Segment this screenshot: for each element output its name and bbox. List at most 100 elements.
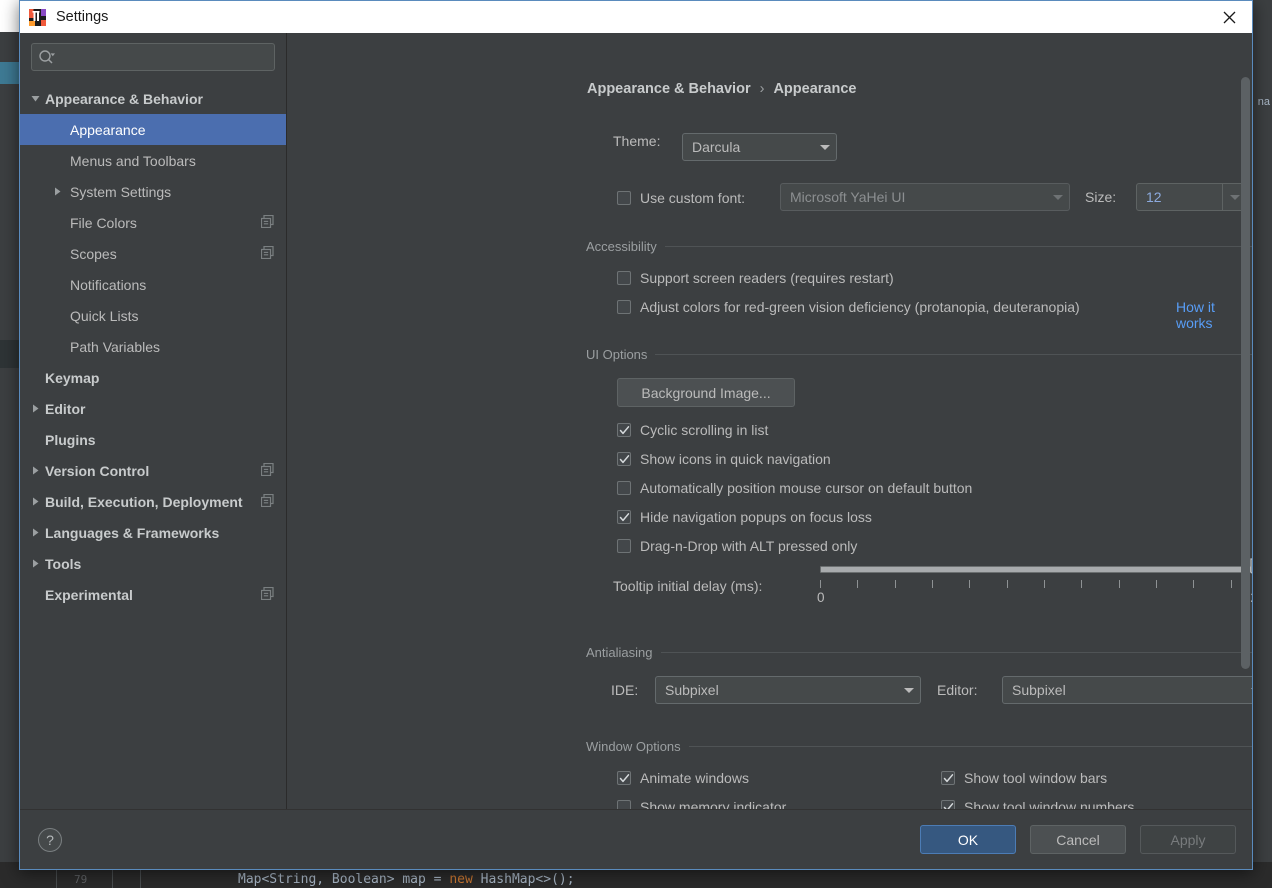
theme-label: Theme: <box>613 133 661 149</box>
content-scrollbar[interactable] <box>1241 77 1250 677</box>
custom-font-value: Microsoft YaHei UI <box>790 189 906 205</box>
breadcrumb-separator-icon: › <box>759 81 765 97</box>
sidebar-item-build-execution-deployment[interactable]: Build, Execution, Deployment <box>20 486 286 517</box>
window-option-show-memory-indicator-checkbox[interactable]: Show memory indicator <box>617 799 786 809</box>
configurable-copy-icon <box>260 462 274 479</box>
chevron-right-icon[interactable] <box>28 403 42 414</box>
sidebar-item-tools[interactable]: Tools <box>20 548 286 579</box>
chevron-right-icon[interactable] <box>28 558 42 569</box>
custom-font-select[interactable]: Microsoft YaHei UI <box>780 183 1070 211</box>
sidebar-item-appearance[interactable]: Appearance <box>20 114 286 145</box>
slider-tick <box>894 580 896 588</box>
sidebar-item-appearance-behavior[interactable]: Appearance & Behavior <box>20 83 286 114</box>
slider-ticks <box>820 580 1252 588</box>
window-option-show-tool-window-bars-checkbox[interactable]: Show tool window bars <box>941 770 1107 786</box>
checkbox-box <box>617 481 631 495</box>
editor-code-line: Map<String, Boolean> map = new HashMap<>… <box>238 872 575 887</box>
section-divider <box>688 746 1252 747</box>
sidebar-item-quick-lists[interactable]: Quick Lists <box>20 300 286 331</box>
slider-thumb[interactable] <box>1250 558 1252 582</box>
use-custom-font-checkbox[interactable]: Use custom font: <box>617 190 745 206</box>
cancel-button[interactable]: Cancel <box>1030 825 1126 854</box>
background-image-button[interactable]: Background Image... <box>617 378 795 407</box>
checkbox-label: Show icons in quick navigation <box>640 451 831 467</box>
support-screen-readers-label: Support screen readers (requires restart… <box>640 270 894 286</box>
editor-line-number: 79 <box>74 873 88 886</box>
editor-aa-label-wrap: Editor: <box>937 676 977 704</box>
close-icon[interactable] <box>1206 1 1252 33</box>
sidebar-item-system-settings[interactable]: System Settings <box>20 176 286 207</box>
theme-select[interactable]: Darcula <box>682 133 837 161</box>
ui-option-hide-navigation-popups-on-focus-loss-checkbox[interactable]: Hide navigation popups on focus loss <box>617 509 872 525</box>
ide-aa-label-wrap: IDE: <box>611 676 638 704</box>
ide-antialiasing-select[interactable]: Subpixel <box>655 676 921 704</box>
scrollbar-thumb[interactable] <box>1241 77 1250 669</box>
ui-option-show-icons-in-quick-navigation-checkbox[interactable]: Show icons in quick navigation <box>617 451 831 467</box>
breadcrumb-current: Appearance <box>773 81 857 97</box>
ide-antialiasing-label: IDE: <box>611 682 639 698</box>
font-size-label: Size: <box>1085 189 1117 205</box>
ui-option-automatically-position-mouse-cursor-on-default-button-checkbox[interactable]: Automatically position mouse cursor on d… <box>617 480 972 496</box>
sidebar-item-experimental[interactable]: Experimental <box>20 579 286 610</box>
checkbox-label: Show memory indicator <box>640 799 787 809</box>
intellij-idea-logo-icon <box>29 8 46 26</box>
ide-left-dark-sliver <box>0 340 20 368</box>
window-option-animate-windows-checkbox[interactable]: Animate windows <box>617 770 749 786</box>
checkbox-label: Automatically position mouse cursor on d… <box>640 480 973 496</box>
sidebar-item-languages-frameworks[interactable]: Languages & Frameworks <box>20 517 286 548</box>
sidebar-item-label: Appearance & Behavior <box>45 90 203 107</box>
sidebar-item-label: Notifications <box>70 276 147 293</box>
chevron-down-icon[interactable] <box>28 93 42 104</box>
slider-tick <box>1118 580 1120 588</box>
ui-option-drag-n-drop-with-alt-pressed-only-checkbox[interactable]: Drag-n-Drop with ALT pressed only <box>617 538 857 554</box>
sidebar-item-scopes[interactable]: Scopes <box>20 238 286 269</box>
support-screen-readers-checkbox[interactable]: Support screen readers (requires restart… <box>617 270 894 286</box>
sidebar-item-path-variables[interactable]: Path Variables <box>20 331 286 362</box>
chevron-right-icon[interactable] <box>28 465 42 476</box>
accessibility-section-header: Accessibility <box>586 239 1252 254</box>
slider-tick <box>857 580 859 588</box>
editor-antialiasing-label: Editor: <box>937 682 978 698</box>
breadcrumb-root[interactable]: Appearance & Behavior <box>587 81 751 97</box>
sidebar-item-keymap[interactable]: Keymap <box>20 362 286 393</box>
sidebar-item-notifications[interactable]: Notifications <box>20 269 286 300</box>
configurable-copy-icon <box>260 586 274 603</box>
sidebar-search-wrap <box>20 43 286 83</box>
sidebar-item-file-colors[interactable]: File Colors <box>20 207 286 238</box>
chevron-down-icon <box>898 687 920 693</box>
sidebar-item-label: Editor <box>45 400 86 417</box>
ok-button[interactable]: OK <box>920 825 1016 854</box>
use-custom-font-label: Use custom font: <box>640 190 746 206</box>
editor-antialiasing-select[interactable]: Subpixel <box>1002 676 1252 704</box>
theme-select-value: Darcula <box>692 139 741 155</box>
sidebar-item-editor[interactable]: Editor <box>20 393 286 424</box>
font-size-label-wrap: Size: <box>1085 183 1116 211</box>
slider-tick <box>820 580 821 588</box>
slider-track[interactable] <box>820 566 1252 573</box>
window-option-show-tool-window-numbers-checkbox[interactable]: Show tool window numbers <box>941 799 1134 809</box>
sidebar-item-label: Menus and Toolbars <box>70 152 196 169</box>
checkbox-label: Show tool window numbers <box>964 799 1135 809</box>
settings-content: Appearance & Behavior › Appearance Theme… <box>287 33 1252 809</box>
ui-option-cyclic-scrolling-in-list-checkbox[interactable]: Cyclic scrolling in list <box>617 422 768 438</box>
dialog-footer: ? OK Cancel Apply <box>20 809 1252 869</box>
sidebar-item-label: Path Variables <box>70 338 161 355</box>
search-box[interactable] <box>31 43 275 71</box>
antialiasing-title: Antialiasing <box>586 645 653 660</box>
sidebar-item-menus-and-toolbars[interactable]: Menus and Toolbars <box>20 145 286 176</box>
window-options-title: Window Options <box>586 739 681 754</box>
sidebar-item-label: Tools <box>45 555 82 572</box>
font-size-stepper[interactable]: 12 <box>1136 183 1247 211</box>
sidebar-item-label: Appearance <box>70 121 146 138</box>
dialog-body: Appearance & Behavior Appearance Menus and… <box>20 33 1252 809</box>
chevron-right-icon[interactable] <box>28 496 42 507</box>
slider-min-label: 0 <box>817 590 825 605</box>
adjust-colors-checkbox[interactable]: Adjust colors for red-green vision defic… <box>617 299 1080 315</box>
sidebar-item-plugins[interactable]: Plugins <box>20 424 286 455</box>
sidebar-item-version-control[interactable]: Version Control <box>20 455 286 486</box>
chevron-right-icon[interactable] <box>50 186 64 197</box>
slider-tick <box>932 580 933 588</box>
search-input[interactable] <box>60 49 268 65</box>
chevron-right-icon[interactable] <box>28 527 42 538</box>
help-icon[interactable]: ? <box>38 827 62 852</box>
